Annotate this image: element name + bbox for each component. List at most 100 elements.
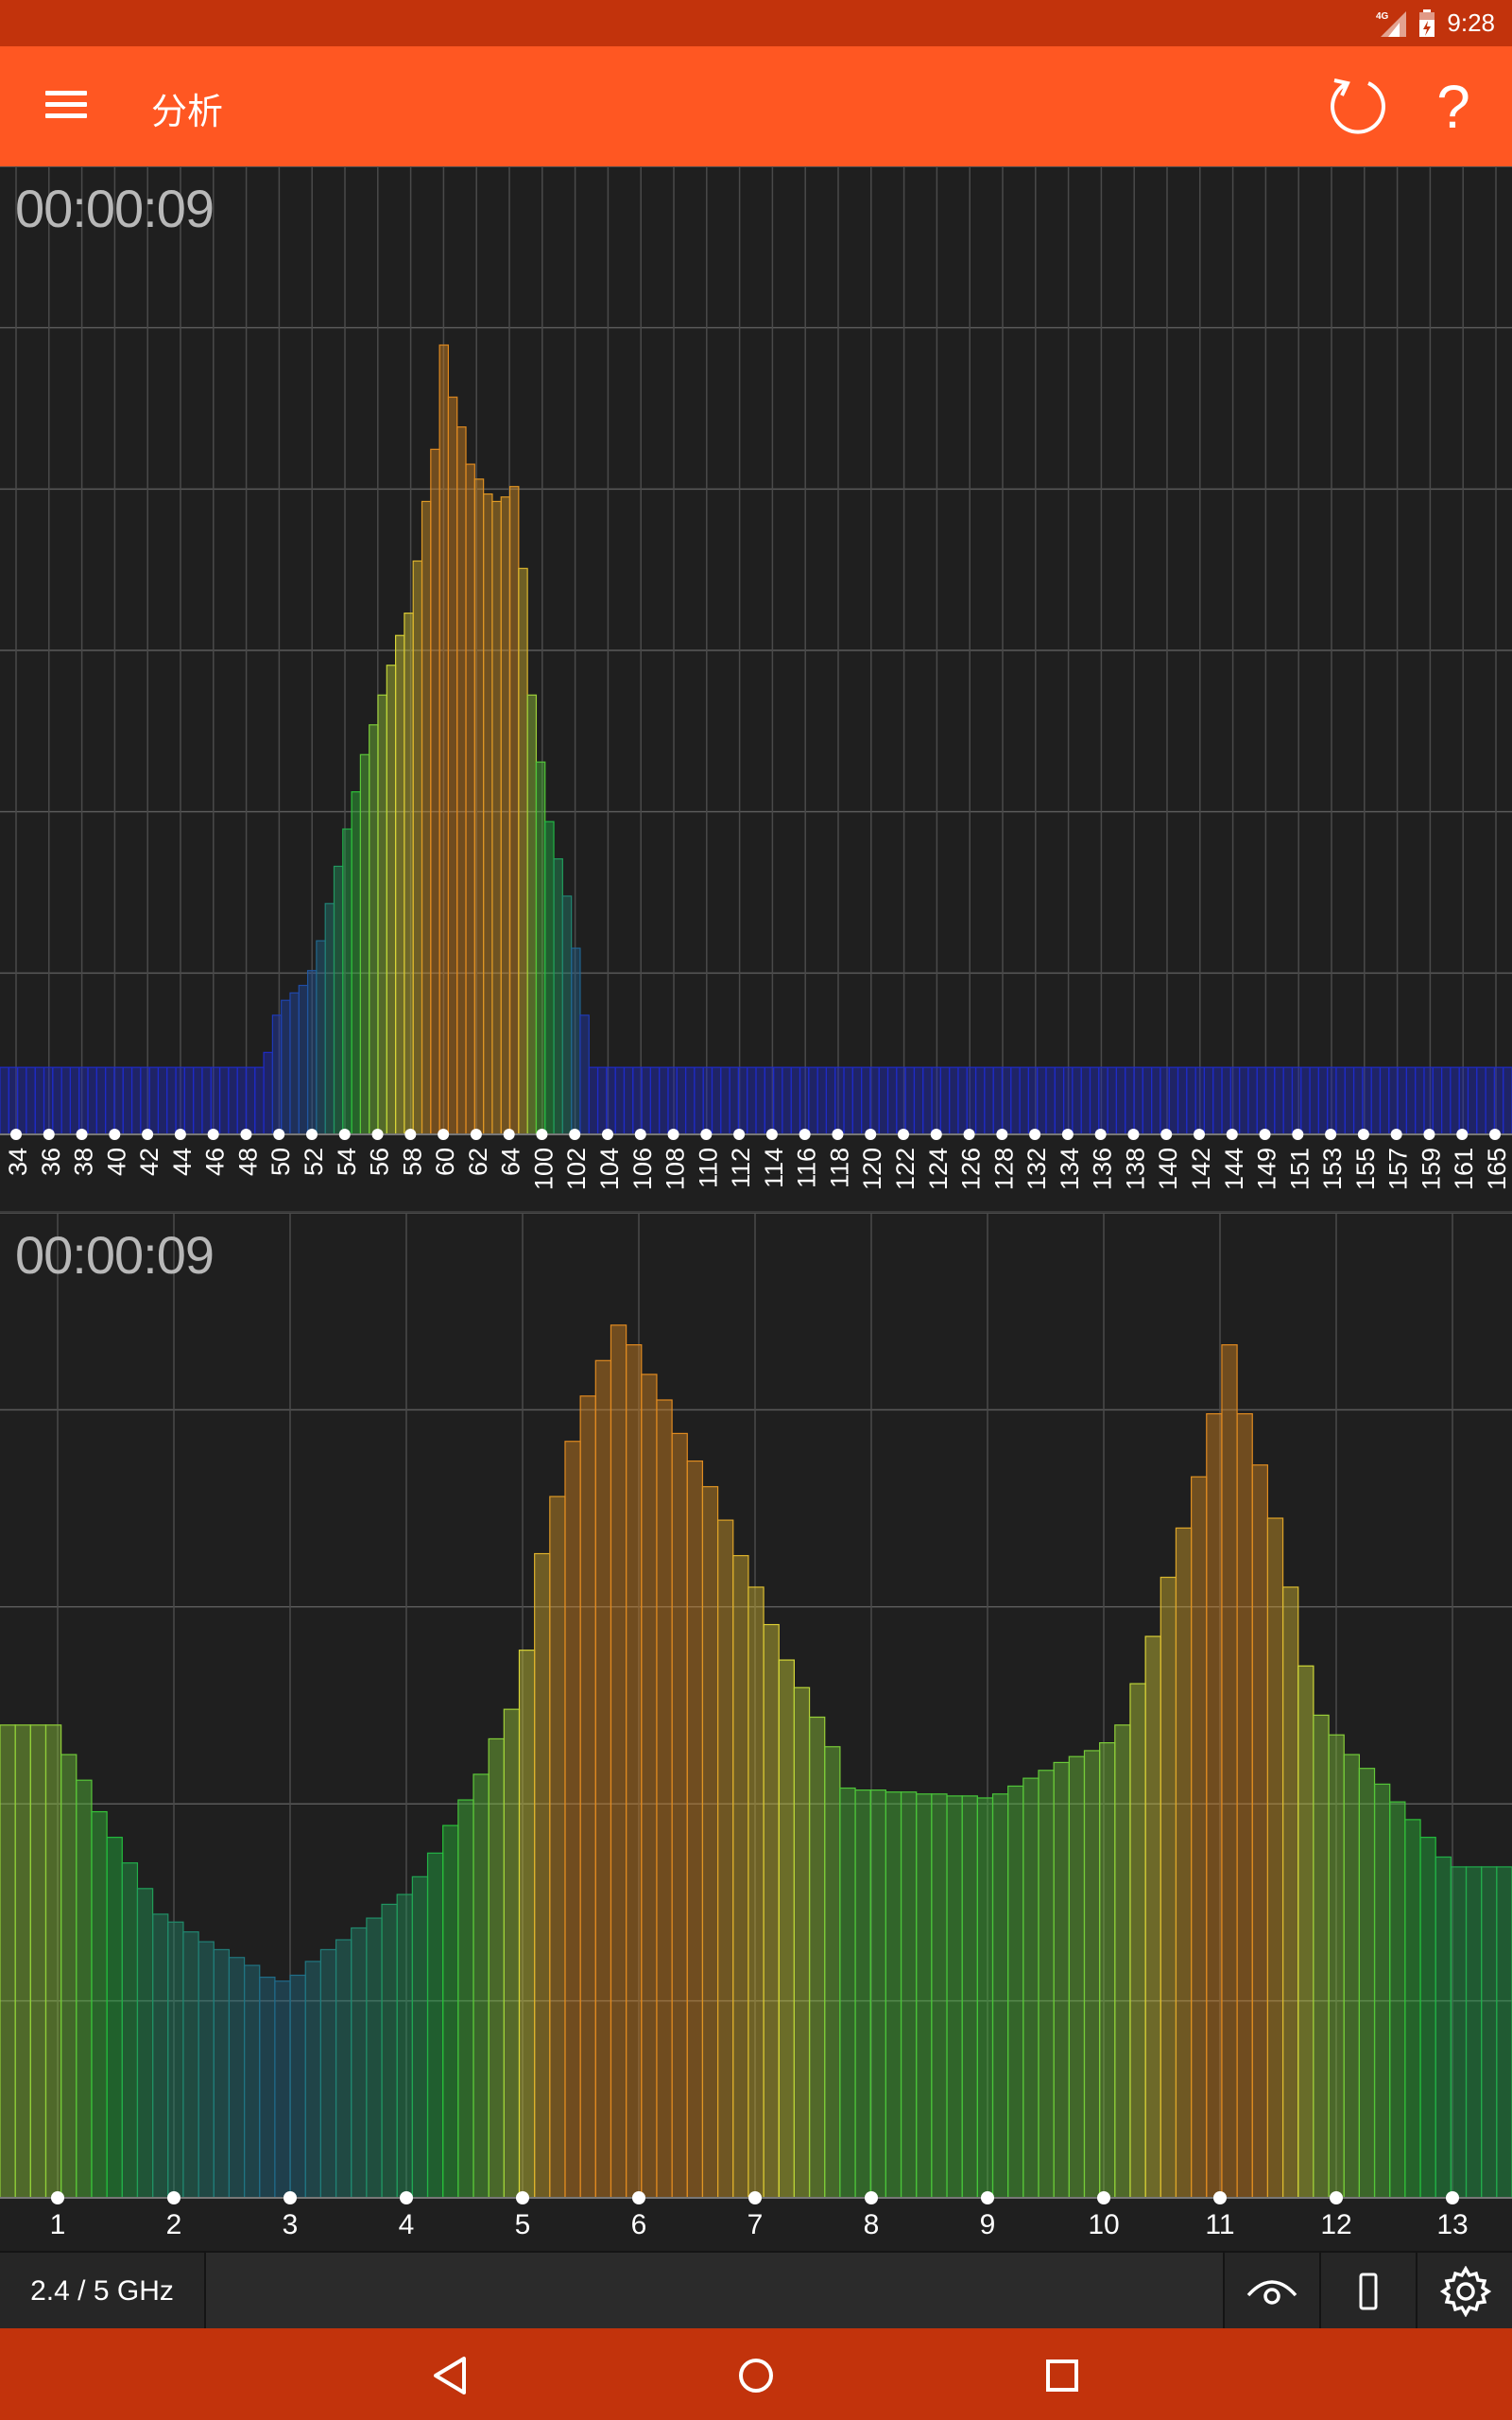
status-icons: 4G 9:28	[1375, 0, 1495, 46]
status-time: 9:28	[1447, 9, 1495, 37]
chart-bar	[854, 1789, 871, 2199]
chart-bar	[763, 1623, 780, 2199]
x-tick-label: 151	[1285, 1148, 1314, 1190]
chart-bar	[732, 1555, 749, 2199]
chart-bar	[834, 1066, 845, 1135]
chart-bar	[1343, 1754, 1360, 2199]
chart-bar	[641, 1374, 658, 2199]
chart-bar	[78, 1066, 89, 1135]
battery-icon	[1419, 9, 1435, 37]
x-tick-label: 52	[300, 1148, 328, 1176]
chart-bar	[60, 1066, 72, 1135]
chart-bar	[825, 1066, 836, 1135]
chart-bar	[426, 1852, 444, 2199]
chart-24ghz-svg: 1 2 3 4 5 6 7 8 9 10 11 12 13	[0, 1213, 1512, 2240]
chart-bar	[957, 1066, 968, 1135]
chart-bar	[456, 426, 467, 1135]
channel-marker	[963, 1129, 975, 1140]
channel-marker	[1446, 2191, 1459, 2204]
chart-bar	[1476, 1066, 1486, 1135]
x-tick-label: 62	[464, 1148, 492, 1176]
x-tick-label: 134	[1056, 1148, 1084, 1190]
chart-bar	[386, 665, 397, 1135]
x-tick-label: 60	[431, 1148, 459, 1176]
home-icon[interactable]	[728, 2347, 784, 2404]
chart-bar	[1099, 1741, 1116, 2199]
chart-bar	[1038, 1770, 1055, 2199]
chart-bar	[966, 1066, 977, 1135]
band-selector[interactable]: 2.4 / 5 GHz	[0, 2253, 206, 2330]
chart-bar	[500, 496, 511, 1135]
chart-bar	[1083, 1750, 1101, 2199]
x-tick-label: 118	[825, 1148, 853, 1188]
chart-bar	[1054, 1066, 1065, 1135]
chart-bar	[281, 999, 291, 1135]
x-tick-label: 3	[283, 2209, 299, 2240]
eye-button[interactable]	[1223, 2253, 1319, 2330]
chart-bar	[1379, 1066, 1390, 1135]
help-icon[interactable]: ?	[1427, 69, 1480, 145]
chart-bar	[553, 857, 563, 1135]
chart-bar	[1150, 1066, 1161, 1135]
chart-bar	[535, 761, 546, 1135]
chart-bar	[218, 1066, 230, 1135]
chart-bar	[1175, 1527, 1193, 2199]
chart-bar	[878, 1066, 889, 1135]
x-tick-label: 42	[135, 1148, 163, 1176]
chart-bar	[1370, 1066, 1382, 1135]
chart-bar	[579, 1395, 596, 2199]
chart-bar	[684, 1066, 696, 1135]
chart-bar	[816, 1066, 828, 1135]
x-tick-label: 165	[1483, 1148, 1511, 1190]
chart-bar	[659, 1066, 669, 1135]
channel-marker	[1456, 1129, 1469, 1140]
x-tick-label: 157	[1384, 1148, 1413, 1190]
chart-bar	[421, 500, 432, 1135]
x-tick-label: 100	[529, 1148, 558, 1190]
x-tick-label: 155	[1351, 1148, 1380, 1190]
chart-bar	[396, 1893, 413, 2199]
refresh-icon[interactable]	[1327, 75, 1389, 137]
x-tick-label: 159	[1417, 1148, 1445, 1190]
chart-bar	[274, 1980, 291, 2199]
chart-bar	[720, 1066, 730, 1135]
chart-bar	[457, 1799, 474, 2199]
chart-bar	[1493, 1066, 1504, 1135]
chart-bar	[1352, 1066, 1364, 1135]
chart-bar	[1458, 1066, 1469, 1135]
chart-bar	[1264, 1066, 1276, 1135]
elapsed-timer: 00:00:09	[15, 179, 215, 238]
chart-bar	[606, 1066, 616, 1135]
x-tick-label: 46	[201, 1148, 230, 1176]
chart-bar	[95, 1066, 107, 1135]
x-tick-label: 140	[1154, 1148, 1182, 1190]
chart-bar	[351, 791, 361, 1135]
chart-bar	[793, 1686, 811, 2199]
settings-button[interactable]	[1416, 2253, 1512, 2330]
recents-icon[interactable]	[1034, 2347, 1091, 2404]
chart-bar	[1068, 1755, 1086, 2199]
rotate-screen-button[interactable]	[1319, 2253, 1416, 2330]
chart-bar	[772, 1066, 783, 1135]
chart-bars	[0, 1324, 1512, 2199]
menu-icon[interactable]	[45, 84, 87, 126]
chart-bar	[711, 1066, 722, 1135]
channel-marker	[240, 1129, 252, 1140]
chart-bar	[87, 1066, 97, 1135]
x-tick-label: 122	[891, 1148, 919, 1190]
chart-bar	[335, 1939, 352, 2199]
status-bar: 4G 9:28	[0, 0, 1512, 46]
chart-bar	[1206, 1412, 1223, 2199]
x-tick-label: 4	[399, 2209, 415, 2240]
chart-bar	[1186, 1066, 1196, 1135]
chart-bar	[130, 1066, 142, 1135]
back-icon[interactable]	[421, 2347, 478, 2404]
x-tick-label: 104	[595, 1148, 624, 1190]
channel-marker	[981, 2191, 994, 2204]
chart-bar	[243, 1964, 261, 2199]
x-tick-label: 36	[37, 1148, 65, 1176]
channel-marker	[51, 2191, 64, 2204]
chart-bar	[166, 1066, 177, 1135]
channel-marker	[1194, 1129, 1205, 1140]
chart-bar	[594, 1359, 612, 2199]
